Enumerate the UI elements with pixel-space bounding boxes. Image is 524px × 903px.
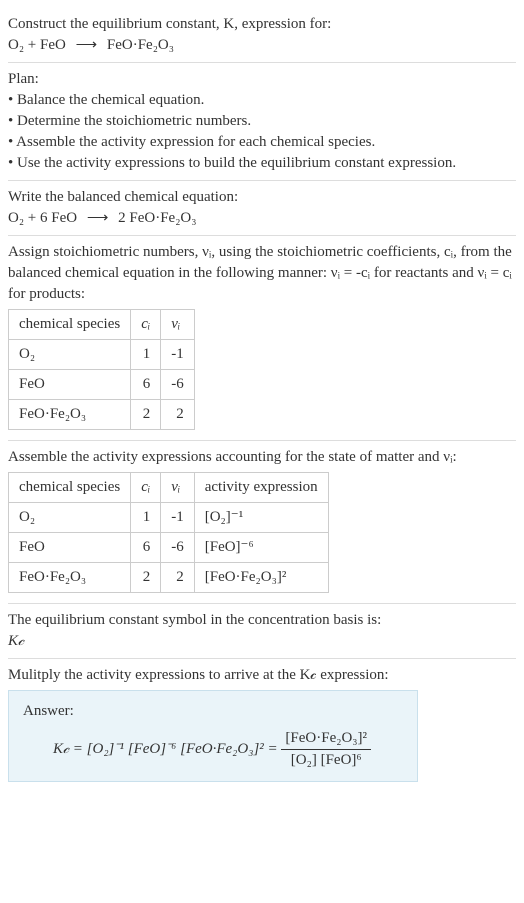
- symbol-section: The equilibrium constant symbol in the c…: [8, 604, 516, 659]
- balanced-section: Write the balanced chemical equation: O₂…: [8, 181, 516, 236]
- cell-nui: -1: [161, 503, 195, 533]
- multiply-heading: Mulitply the activity expressions to arr…: [8, 665, 516, 686]
- plan-section: Plan: • Balance the chemical equation. •…: [8, 63, 516, 181]
- cell-ci: 2: [131, 400, 161, 430]
- cell-species: O₂: [9, 503, 131, 533]
- plan-item: • Use the activity expressions to build …: [8, 153, 516, 174]
- cell-ci: 2: [131, 563, 161, 593]
- activity-table: chemical species cᵢ νᵢ activity expressi…: [8, 472, 329, 593]
- cell-activity: [FeO·Fe₂O₃]²: [194, 563, 328, 593]
- cell-species: FeO: [9, 533, 131, 563]
- table-row: FeO·Fe₂O₃ 2 2: [9, 400, 195, 430]
- cell-species: O₂: [9, 340, 131, 370]
- cell-nui: -6: [161, 533, 195, 563]
- arrow-icon: ⟶: [70, 37, 104, 53]
- col-nui: νᵢ: [161, 473, 195, 503]
- cell-species: FeO: [9, 370, 131, 400]
- kc-expression: K𝒸 = [O₂]⁻¹ [FeO]⁻⁶ [FeO·Fe₂O₃]² = [FeO·…: [23, 728, 403, 771]
- unbalanced-left: O₂ + FeO: [8, 37, 66, 53]
- table-row: FeO·Fe₂O₃ 2 2 [FeO·Fe₂O₃]²: [9, 563, 329, 593]
- cell-species: FeO·Fe₂O₃: [9, 563, 131, 593]
- plan-heading: Plan:: [8, 69, 516, 90]
- cell-activity: [O₂]⁻¹: [194, 503, 328, 533]
- plan-item: • Balance the chemical equation.: [8, 90, 516, 111]
- col-ci: cᵢ: [131, 310, 161, 340]
- cell-nui: 2: [161, 400, 195, 430]
- cell-ci: 6: [131, 533, 161, 563]
- col-nui: νᵢ: [161, 310, 195, 340]
- stoich-heading: Assign stoichiometric numbers, νᵢ, using…: [8, 242, 516, 305]
- kc-denominator: [O₂] [FeO]⁶: [281, 750, 371, 771]
- balanced-equation: O₂ + 6 FeO ⟶ 2 FeO·Fe₂O₃: [8, 208, 516, 229]
- unbalanced-right: FeO·Fe₂O₃: [107, 37, 174, 53]
- answer-box: Answer: K𝒸 = [O₂]⁻¹ [FeO]⁻⁶ [FeO·Fe₂O₃]²…: [8, 690, 418, 782]
- title-prefix: Construct the equilibrium constant, K, e…: [8, 16, 331, 32]
- activity-section: Assemble the activity expressions accoun…: [8, 441, 516, 604]
- plan-item: • Determine the stoichiometric numbers.: [8, 111, 516, 132]
- symbol-heading: The equilibrium constant symbol in the c…: [8, 610, 516, 631]
- table-header-row: chemical species cᵢ νᵢ activity expressi…: [9, 473, 329, 503]
- table-row: FeO 6 -6: [9, 370, 195, 400]
- cell-ci: 6: [131, 370, 161, 400]
- cell-nui: 2: [161, 563, 195, 593]
- title-section: Construct the equilibrium constant, K, e…: [8, 8, 516, 63]
- answer-label: Answer:: [23, 701, 403, 722]
- balanced-heading: Write the balanced chemical equation:: [8, 187, 516, 208]
- kc-fraction: [FeO·Fe₂O₃]² [O₂] [FeO]⁶: [281, 728, 371, 771]
- cell-ci: 1: [131, 503, 161, 533]
- unbalanced-equation: O₂ + FeO ⟶ FeO·Fe₂O₃: [8, 35, 516, 56]
- multiply-section: Mulitply the activity expressions to arr…: [8, 659, 516, 788]
- cell-activity: [FeO]⁻⁶: [194, 533, 328, 563]
- col-species: chemical species: [9, 473, 131, 503]
- arrow-icon: ⟶: [81, 210, 115, 226]
- col-ci: cᵢ: [131, 473, 161, 503]
- plan-item: • Assemble the activity expression for e…: [8, 132, 516, 153]
- activity-heading: Assemble the activity expressions accoun…: [8, 447, 516, 468]
- title-text: Construct the equilibrium constant, K, e…: [8, 14, 516, 35]
- table-row: O₂ 1 -1 [O₂]⁻¹: [9, 503, 329, 533]
- table-row: O₂ 1 -1: [9, 340, 195, 370]
- kc-lhs: K𝒸 = [O₂]⁻¹ [FeO]⁻⁶ [FeO·Fe₂O₃]² =: [53, 741, 278, 757]
- balanced-left: O₂ + 6 FeO: [8, 210, 77, 226]
- col-activity: activity expression: [194, 473, 328, 503]
- kc-numerator: [FeO·Fe₂O₃]²: [281, 728, 371, 750]
- cell-species: FeO·Fe₂O₃: [9, 400, 131, 430]
- table-row: FeO 6 -6 [FeO]⁻⁶: [9, 533, 329, 563]
- cell-nui: -6: [161, 370, 195, 400]
- stoich-table: chemical species cᵢ νᵢ O₂ 1 -1 FeO 6 -6 …: [8, 309, 195, 430]
- cell-nui: -1: [161, 340, 195, 370]
- stoich-section: Assign stoichiometric numbers, νᵢ, using…: [8, 236, 516, 441]
- col-species: chemical species: [9, 310, 131, 340]
- balanced-right: 2 FeO·Fe₂O₃: [118, 210, 196, 226]
- table-header-row: chemical species cᵢ νᵢ: [9, 310, 195, 340]
- symbol-value: K𝒸: [8, 631, 516, 652]
- cell-ci: 1: [131, 340, 161, 370]
